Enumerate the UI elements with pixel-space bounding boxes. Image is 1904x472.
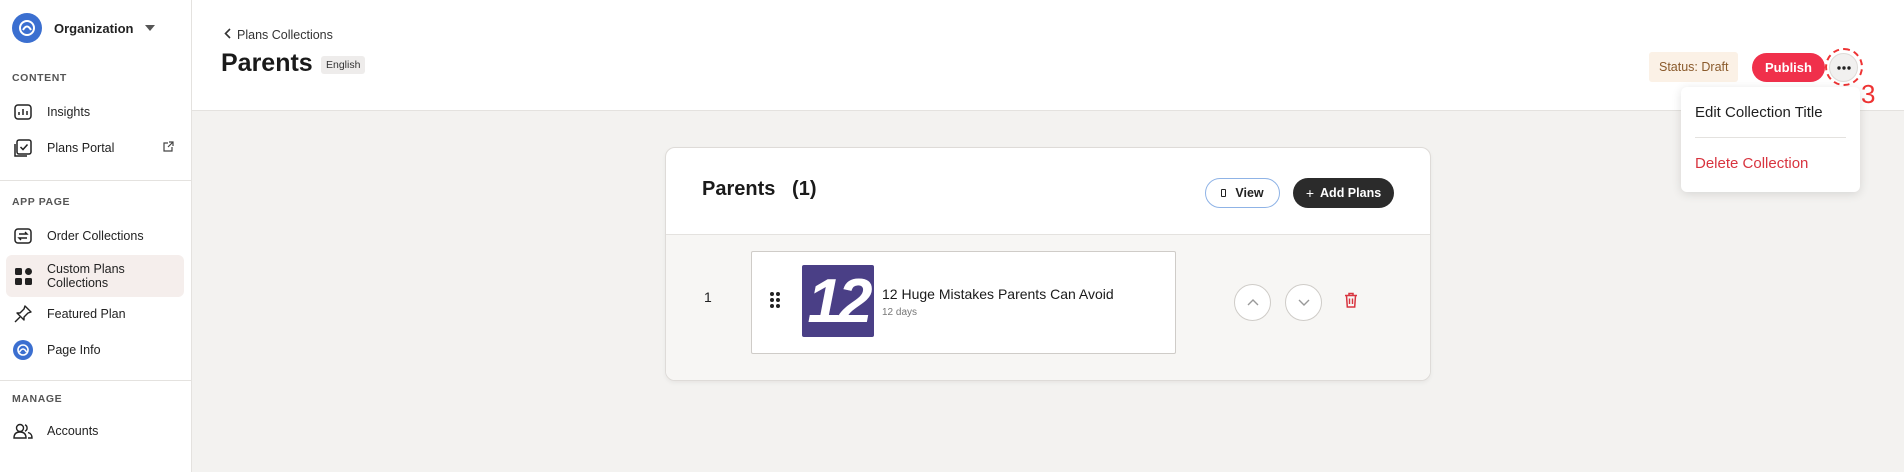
section-label-manage: MANAGE: [12, 393, 63, 405]
back-link-label: Plans Collections: [237, 28, 333, 42]
org-avatar-icon: [13, 340, 33, 360]
menu-item-edit-title[interactable]: Edit Collection Title: [1695, 104, 1823, 121]
collection-card: Parents (1) View + Add Plans 1 12 12 Hug…: [665, 147, 1431, 381]
swap-icon: [13, 226, 33, 246]
annotation-number: 3: [1861, 79, 1876, 109]
org-logo-icon: [12, 13, 42, 43]
org-name: Organization: [54, 20, 134, 36]
delete-plan-button[interactable]: [1344, 292, 1358, 313]
back-link[interactable]: Plans Collections: [224, 28, 333, 42]
sidebar-item-custom-plans-collections[interactable]: Custom Plans Collections: [6, 255, 184, 297]
checklist-icon: [13, 138, 33, 158]
add-plans-button[interactable]: + Add Plans: [1293, 178, 1394, 208]
phone-icon: [1221, 189, 1227, 197]
move-up-button[interactable]: [1234, 284, 1271, 321]
org-switcher[interactable]: Organization: [12, 12, 156, 44]
add-plans-label: Add Plans: [1320, 186, 1382, 200]
users-icon: [13, 421, 33, 441]
plus-icon: +: [1305, 185, 1315, 201]
language-badge: English: [321, 56, 366, 74]
plans-list: 1 12 12 Huge Mistakes Parents Can Avoid …: [666, 234, 1430, 380]
grid-icon: [13, 266, 33, 286]
sidebar-item-label: Plans Portal: [47, 140, 115, 155]
sidebar-item-insights[interactable]: Insights: [6, 94, 184, 130]
sidebar-item-order-collections[interactable]: Order Collections: [6, 218, 184, 254]
page-title: Parents: [221, 49, 313, 77]
sidebar-item-plans-portal[interactable]: Plans Portal: [6, 130, 184, 166]
sidebar-item-label: Order Collections: [47, 228, 144, 243]
sidebar-item-label: Page Info: [47, 342, 101, 357]
page-header: Plans Collections Parents English Status…: [192, 0, 1904, 111]
sidebar-divider: [0, 380, 191, 381]
pin-icon: [13, 304, 33, 324]
external-link-icon[interactable]: [163, 141, 174, 155]
sidebar-item-label: Custom Plans Collections: [47, 261, 125, 290]
collection-title: Parents (1): [702, 178, 817, 200]
sidebar-item-label: Featured Plan: [47, 306, 126, 321]
section-label-app-page: APP PAGE: [12, 196, 71, 208]
move-down-button[interactable]: [1285, 284, 1322, 321]
chevron-left-icon: [224, 28, 231, 42]
annotation-circle: [1825, 48, 1863, 86]
sidebar-item-accounts[interactable]: Accounts: [6, 413, 184, 449]
chevron-up-icon: [1247, 299, 1258, 306]
chart-icon: [13, 102, 33, 122]
trash-icon: [1345, 292, 1357, 308]
sidebar: Organization CONTENT Insights Plans Port…: [0, 0, 192, 472]
plan-thumbnail-text: 12: [807, 266, 873, 336]
plan-duration: 12 days: [882, 307, 918, 318]
menu-item-delete-collection[interactable]: Delete Collection: [1695, 155, 1808, 172]
status-badge: Status: Draft: [1649, 52, 1739, 82]
caret-down-icon: [145, 25, 156, 31]
section-label-content: CONTENT: [12, 72, 67, 84]
more-options-menu: Edit Collection Title Delete Collection: [1681, 87, 1860, 192]
menu-divider: [1695, 137, 1846, 138]
plan-thumbnail: 12: [802, 265, 874, 337]
sidebar-item-featured-plan[interactable]: Featured Plan: [6, 296, 184, 332]
sidebar-item-label: Accounts: [47, 423, 99, 438]
view-button-label: View: [1235, 186, 1264, 200]
view-button[interactable]: View: [1205, 178, 1280, 208]
plan-item[interactable]: 12 12 Huge Mistakes Parents Can Avoid 12…: [751, 251, 1176, 354]
plan-title: 12 Huge Mistakes Parents Can Avoid: [882, 286, 1114, 302]
sidebar-item-page-info[interactable]: Page Info: [6, 332, 184, 368]
sidebar-divider: [0, 180, 191, 181]
sidebar-item-label: Insights: [47, 104, 91, 119]
chevron-down-icon: [1298, 299, 1309, 306]
publish-button[interactable]: Publish: [1752, 53, 1825, 82]
drag-handle-icon[interactable]: [770, 292, 780, 308]
plan-index: 1: [704, 289, 712, 305]
